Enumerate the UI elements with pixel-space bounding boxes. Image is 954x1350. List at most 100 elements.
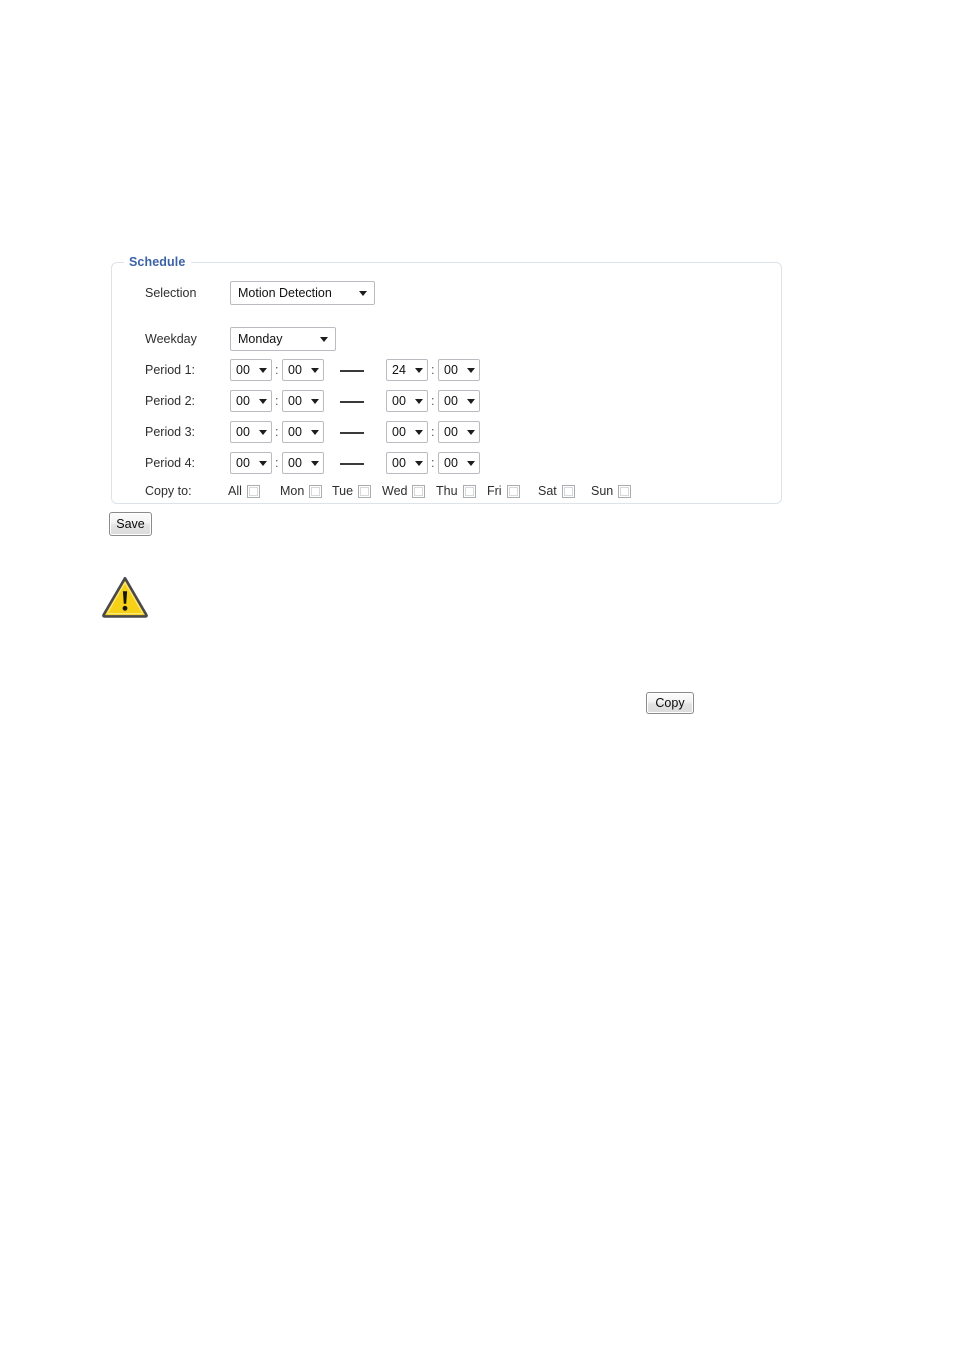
period-4-end-min[interactable]: 00 bbox=[438, 452, 480, 474]
time-separator: : bbox=[275, 456, 279, 470]
chevron-down-icon bbox=[259, 429, 267, 435]
copy-to-checkbox-mon[interactable]: Mon bbox=[280, 482, 323, 500]
chevron-down-icon bbox=[467, 460, 475, 466]
chevron-down-icon bbox=[259, 398, 267, 404]
period-2-end-min[interactable]: 00 bbox=[438, 390, 480, 412]
label: Wed bbox=[382, 484, 408, 498]
time-separator: : bbox=[431, 456, 435, 470]
weekday-value: Monday bbox=[238, 332, 283, 346]
period-4-end-hour[interactable]: 00 bbox=[386, 452, 428, 474]
save-button[interactable]: Save bbox=[109, 512, 152, 536]
label: Mon bbox=[280, 484, 305, 498]
selection-dropdown[interactable]: Motion Detection bbox=[230, 281, 375, 305]
period-4-start-min[interactable]: 00 bbox=[282, 452, 324, 474]
label: Sun bbox=[591, 484, 614, 498]
period-1-end-min[interactable]: 00 bbox=[438, 359, 480, 381]
range-separator bbox=[340, 432, 364, 434]
chevron-down-icon bbox=[467, 367, 475, 373]
chevron-down-icon bbox=[467, 398, 475, 404]
copy-to-checkbox-sat[interactable]: Sat bbox=[538, 482, 575, 500]
chevron-down-icon bbox=[259, 460, 267, 466]
time-separator: : bbox=[275, 363, 279, 377]
value: 00 bbox=[444, 456, 458, 470]
period-1-end-hour[interactable]: 24 bbox=[386, 359, 428, 381]
copy-to-checkbox-sun[interactable]: Sun bbox=[591, 482, 632, 500]
period-4-label: Period 4: bbox=[145, 456, 196, 470]
label: All bbox=[228, 484, 242, 498]
value: 00 bbox=[392, 456, 406, 470]
chevron-down-icon bbox=[415, 460, 423, 466]
label: Sat bbox=[538, 484, 557, 498]
value: 24 bbox=[392, 363, 406, 377]
copy-to-checkbox-thu[interactable]: Thu bbox=[436, 482, 476, 500]
chevron-down-icon bbox=[415, 429, 423, 435]
period-2-end-hour[interactable]: 00 bbox=[386, 390, 428, 412]
warning-triangle-icon bbox=[101, 575, 149, 618]
label: Thu bbox=[436, 484, 458, 498]
value: 00 bbox=[444, 425, 458, 439]
value: 00 bbox=[288, 425, 302, 439]
period-3-end-hour[interactable]: 00 bbox=[386, 421, 428, 443]
checkbox-thu[interactable] bbox=[462, 484, 476, 498]
checkbox-sat[interactable] bbox=[561, 484, 575, 498]
selection-value: Motion Detection bbox=[238, 286, 332, 300]
chevron-down-icon bbox=[259, 367, 267, 373]
period-2-start-hour[interactable]: 00 bbox=[230, 390, 272, 412]
time-separator: : bbox=[431, 425, 435, 439]
value: 00 bbox=[392, 425, 406, 439]
value: 00 bbox=[392, 394, 406, 408]
period-1-label: Period 1: bbox=[145, 363, 196, 377]
checkbox-all[interactable] bbox=[246, 484, 260, 498]
value: 00 bbox=[236, 363, 250, 377]
copy-to-checkbox-fri[interactable]: Fri bbox=[487, 482, 520, 500]
chevron-down-icon bbox=[359, 290, 367, 296]
chevron-down-icon bbox=[311, 398, 319, 404]
value: 00 bbox=[236, 394, 250, 408]
label: Fri bbox=[487, 484, 502, 498]
period-3-end-min[interactable]: 00 bbox=[438, 421, 480, 443]
value: 00 bbox=[288, 394, 302, 408]
selection-row: Selection Motion Detection bbox=[112, 280, 781, 306]
copy-to-checkbox-tue[interactable]: Tue bbox=[332, 482, 372, 500]
checkbox-sun[interactable] bbox=[618, 484, 632, 498]
period-row: Period 2: 00 : 00 00 : 00 bbox=[112, 388, 781, 414]
checkbox-fri[interactable] bbox=[506, 484, 520, 498]
period-3-start-min[interactable]: 00 bbox=[282, 421, 324, 443]
period-3-start-hour[interactable]: 00 bbox=[230, 421, 272, 443]
checkbox-wed[interactable] bbox=[412, 484, 426, 498]
time-separator: : bbox=[431, 394, 435, 408]
value: 00 bbox=[236, 425, 250, 439]
period-2-start-min[interactable]: 00 bbox=[282, 390, 324, 412]
schedule-panel: Schedule Selection Motion Detection Week… bbox=[111, 254, 782, 714]
period-1-start-min[interactable]: 00 bbox=[282, 359, 324, 381]
value: 00 bbox=[288, 363, 302, 377]
range-separator bbox=[340, 370, 364, 372]
period-row: Period 4: 00 : 00 00 : 00 bbox=[112, 450, 781, 476]
time-separator: : bbox=[431, 363, 435, 377]
time-separator: : bbox=[275, 394, 279, 408]
chevron-down-icon bbox=[415, 367, 423, 373]
range-separator bbox=[340, 463, 364, 465]
time-separator: : bbox=[275, 425, 279, 439]
chevron-down-icon bbox=[320, 336, 328, 342]
label: Tue bbox=[332, 484, 354, 498]
copy-button[interactable]: Copy bbox=[646, 692, 694, 714]
weekday-dropdown[interactable]: Monday bbox=[230, 327, 336, 351]
copy-to-checkbox-all[interactable]: All bbox=[228, 482, 260, 500]
period-1-start-hour[interactable]: 00 bbox=[230, 359, 272, 381]
checkbox-tue[interactable] bbox=[358, 484, 372, 498]
chevron-down-icon bbox=[467, 429, 475, 435]
range-separator bbox=[340, 401, 364, 403]
period-4-start-hour[interactable]: 00 bbox=[230, 452, 272, 474]
period-2-label: Period 2: bbox=[145, 394, 196, 408]
checkbox-mon[interactable] bbox=[309, 484, 323, 498]
value: 00 bbox=[444, 363, 458, 377]
copy-to-checkbox-wed[interactable]: Wed bbox=[382, 482, 426, 500]
value: 00 bbox=[288, 456, 302, 470]
chevron-down-icon bbox=[311, 460, 319, 466]
copy-to-label: Copy to: bbox=[145, 484, 192, 498]
weekday-label: Weekday bbox=[145, 332, 197, 346]
chevron-down-icon bbox=[311, 429, 319, 435]
copy-to-row: Copy to: All Mon Tue Wed Thu Fri Sat Sun… bbox=[112, 478, 781, 714]
period-row: Period 3: 00 : 00 00 : 00 bbox=[112, 419, 781, 445]
